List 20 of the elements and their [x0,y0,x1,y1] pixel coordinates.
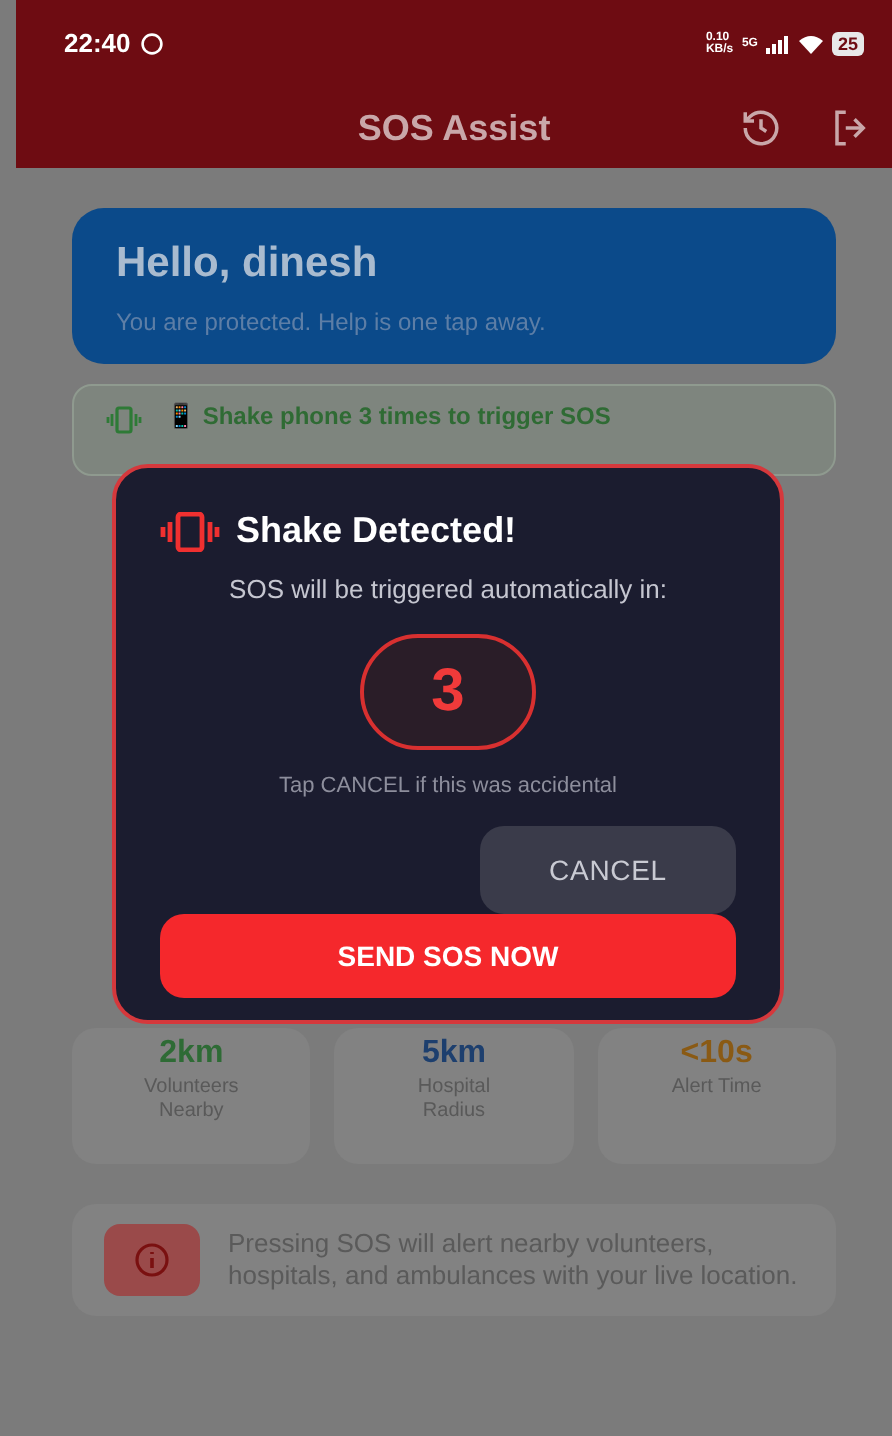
battery-level: 25 [831,32,864,56]
greeting-subtitle: You are protected. Help is one tap away. [116,305,548,339]
stat-value: 5km [421,1035,486,1071]
cancel-button[interactable]: CANCEL [480,826,736,914]
history-icon[interactable] [740,106,782,150]
vibrate-icon [106,405,142,433]
info-icon [104,1223,200,1295]
status-time: 22:40 [64,26,131,63]
dialog-title: Shake Detected! [236,508,517,554]
stat-value: 2km [159,1035,224,1071]
wifi-icon [797,34,824,54]
vibrate-icon [160,511,220,551]
shake-hint: 📱 Shake phone 3 times to trigger SOS [166,399,611,433]
dialog-hint: Tap CANCEL if this was accidental [277,771,619,801]
dialog-message: SOS will be triggered automatically in: [227,572,669,608]
app-title: SOS Assist [355,105,553,151]
signal-icon [765,35,790,53]
send-sos-button[interactable]: SEND SOS NOW [160,914,736,998]
greeting-title: Hello, dinesh [116,238,380,290]
stat-value: <10s [680,1035,753,1071]
